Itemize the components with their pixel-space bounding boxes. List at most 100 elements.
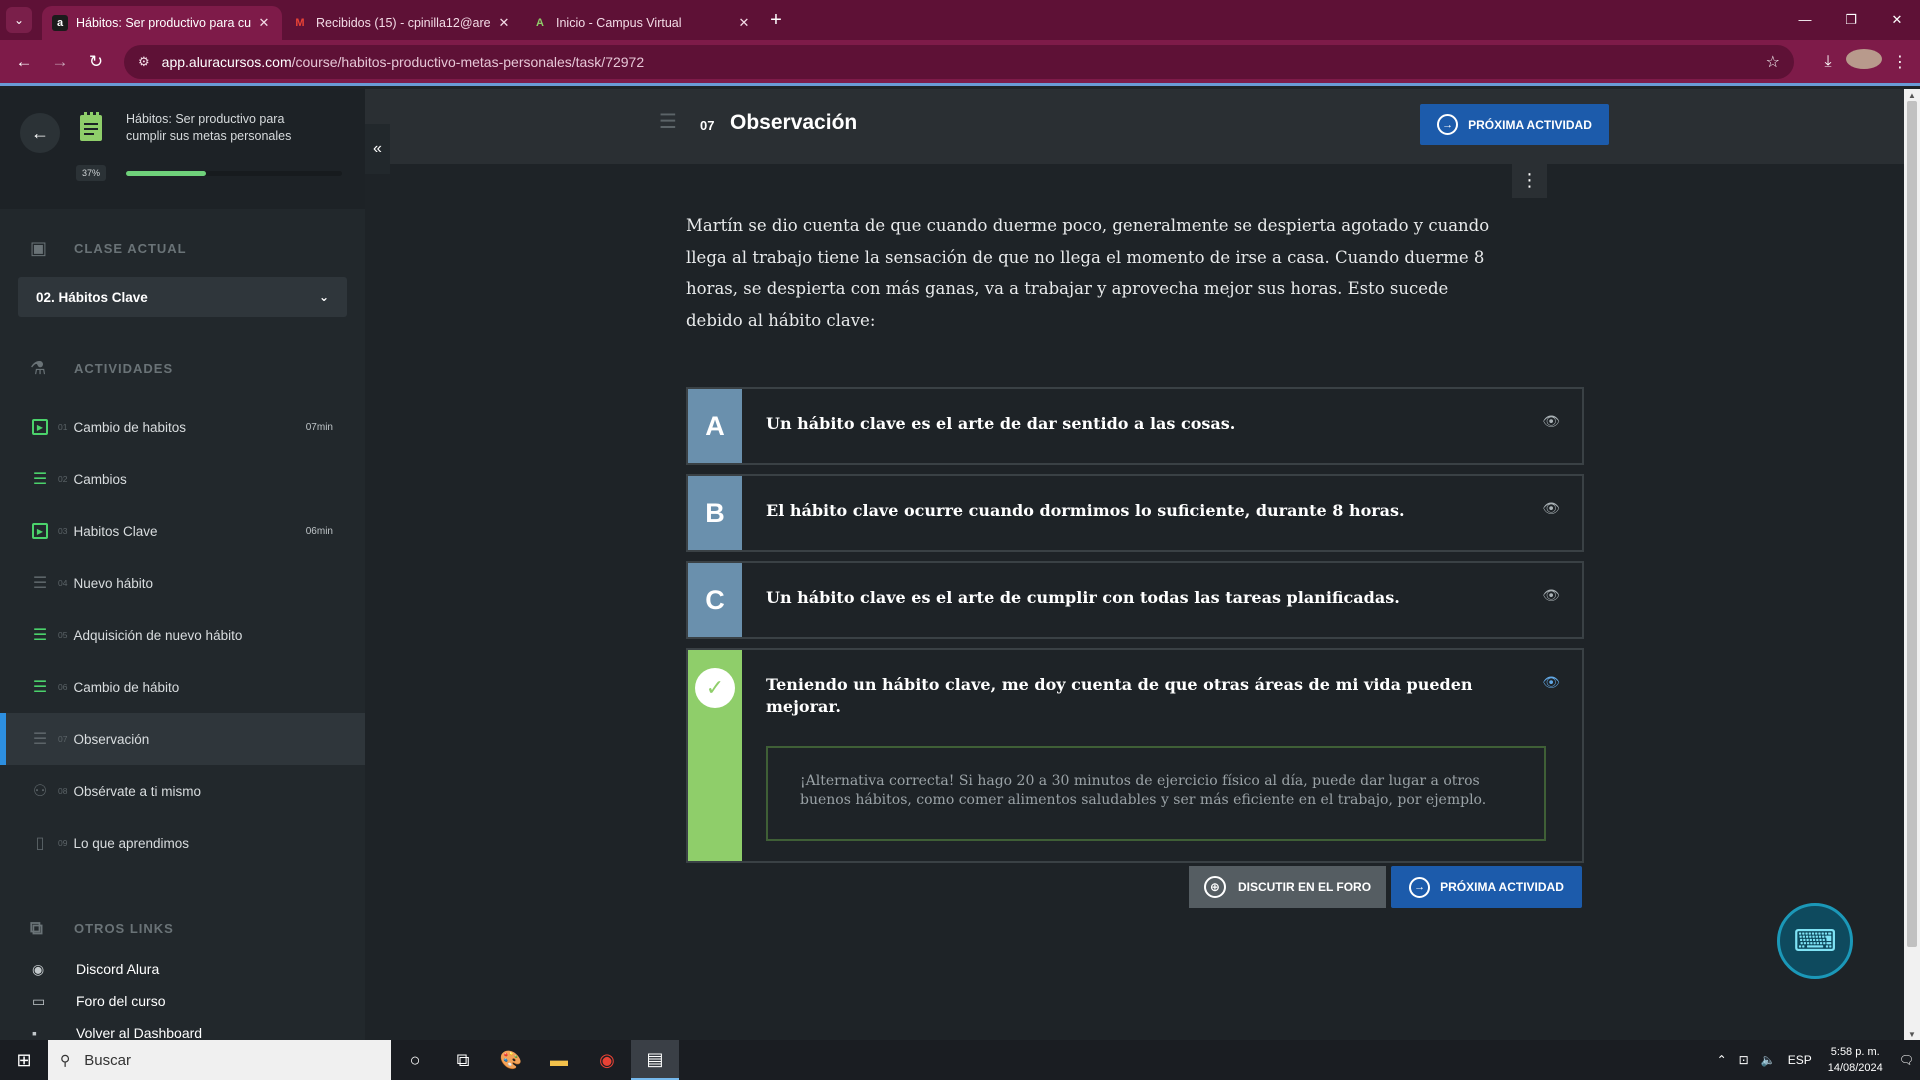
reload-icon[interactable]: ↻: [78, 52, 114, 72]
activity-item-01[interactable]: ▶ 01 Cambio de habitos 07min: [0, 401, 365, 453]
eye-icon[interactable]: 👁: [1542, 500, 1560, 517]
browser-tab-1[interactable]: a Hábitos: Ser productivo para cu ✕: [42, 6, 282, 40]
alternative-a[interactable]: A Un hábito clave es el arte de dar sent…: [686, 387, 1584, 465]
link-dashboard[interactable]: ▪ Volver al Dashboard: [0, 1017, 365, 1041]
forward-arrow-icon[interactable]: →: [42, 52, 78, 72]
close-tab-icon[interactable]: ✕: [256, 15, 272, 31]
video-icon: ▶: [32, 419, 48, 435]
restore-icon[interactable]: ❐: [1828, 12, 1874, 28]
search-icon: ⚲: [60, 1051, 71, 1068]
activity-item-08[interactable]: ⚇ 08 Obsérvate a ti mismo: [0, 765, 365, 817]
alternative-text: Un hábito clave es el arte de dar sentid…: [766, 414, 1236, 433]
browser-tab-2[interactable]: M Recibidos (15) - cpinilla12@are ✕: [282, 6, 522, 40]
current-class-select[interactable]: 02. Hábitos Clave ⌄: [18, 277, 347, 317]
collapse-sidebar-icon[interactable]: «: [365, 124, 390, 174]
browser-menu-icon[interactable]: ⋮: [1882, 52, 1918, 72]
notifications-icon[interactable]: 🗨: [1899, 1053, 1914, 1067]
activity-item-07[interactable]: ☰ 07 Observación: [0, 713, 365, 765]
scroll-down-icon[interactable]: ▼: [1908, 1030, 1916, 1039]
taskbar-search-placeholder: Buscar: [84, 1051, 131, 1069]
class-screen-icon: ▣: [30, 237, 49, 258]
correct-marker: ✓: [688, 650, 742, 861]
alternative-d-correct[interactable]: ✓ Teniendo un hábito clave, me doy cuent…: [686, 648, 1584, 863]
next-activity-label: PRÓXIMA ACTIVIDAD: [1468, 117, 1592, 132]
next-activity-button-bottom[interactable]: → PRÓXIMA ACTIVIDAD: [1391, 866, 1582, 908]
activity-item-09[interactable]: ▯ 09 Lo que aprendimos: [0, 817, 365, 869]
progress-bar: [126, 171, 342, 176]
activity-item-03[interactable]: ▶ 03 Habitos Clave 06min: [0, 505, 365, 557]
scroll-up-icon[interactable]: ▲: [1908, 91, 1916, 100]
alternatives-list: A Un hábito clave es el arte de dar sent…: [686, 387, 1584, 863]
list-dim-icon: ☰: [32, 731, 48, 748]
download-icon[interactable]: ⤓: [1810, 53, 1846, 71]
language-indicator[interactable]: ESP: [1788, 1053, 1812, 1067]
tray-expand-icon[interactable]: ⌃: [1717, 1053, 1727, 1067]
course-header: ← Hábitos: Ser productivo para cumplir s…: [0, 89, 365, 209]
minimize-icon[interactable]: —: [1782, 12, 1828, 28]
activity-label: Nuevo hábito: [73, 575, 154, 591]
alternative-c[interactable]: C Un hábito clave es el arte de cumplir …: [686, 561, 1584, 639]
activity-number: 09: [58, 838, 68, 848]
next-activity-label: PRÓXIMA ACTIVIDAD: [1440, 880, 1564, 894]
activity-item-04[interactable]: ☰ 04 Nuevo hábito: [0, 557, 365, 609]
cortana-icon[interactable]: ○: [391, 1040, 439, 1080]
address-bar[interactable]: ⚙ app.aluracursos.com/course/habitos-pro…: [124, 44, 1794, 79]
video-icon: ▶: [32, 523, 48, 539]
alternative-text: Teniendo un hábito clave, me doy cuenta …: [766, 675, 1473, 716]
task-view-icon[interactable]: ⧉: [439, 1040, 487, 1080]
clock-date: 14/08/2024: [1827, 1062, 1883, 1074]
close-tab-icon[interactable]: ✕: [496, 15, 512, 31]
close-tab-icon[interactable]: ✕: [736, 15, 752, 31]
activity-number: 04: [58, 578, 68, 588]
next-activity-button[interactable]: → PRÓXIMA ACTIVIDAD: [1420, 104, 1609, 145]
alura-favicon-icon: a: [52, 15, 68, 31]
page-title: Observación: [730, 111, 858, 134]
url-domain: app.aluracursos.com: [161, 53, 292, 70]
question-text: Martín se dio cuenta de que cuando duerm…: [686, 216, 1490, 330]
checkmark-icon: ✓: [695, 668, 735, 708]
reader-app-icon[interactable]: ▤: [631, 1040, 679, 1080]
back-button[interactable]: ←: [20, 113, 60, 153]
activity-number: 03: [58, 526, 68, 536]
eye-icon[interactable]: 👁: [1542, 413, 1560, 430]
profile-avatar[interactable]: [1846, 49, 1882, 74]
activity-number: 07: [58, 734, 68, 744]
alternative-body: Un hábito clave es el arte de cumplir co…: [742, 563, 1582, 637]
progress-fill: [126, 171, 206, 176]
activity-label: Cambio de hábito: [73, 679, 180, 695]
scrollbar-thumb[interactable]: [1907, 101, 1917, 947]
links-icon: ⧉: [30, 917, 44, 938]
site-info-icon[interactable]: ⚙: [138, 54, 150, 70]
activity-item-06[interactable]: ☰ 06 Cambio de hábito: [0, 661, 365, 713]
more-options-icon[interactable]: ⋮: [1512, 163, 1547, 198]
link-discord[interactable]: ◉ Discord Alura: [0, 953, 365, 985]
activities-heading-label: ACTIVIDADES: [74, 360, 174, 376]
close-window-icon[interactable]: ✕: [1874, 12, 1920, 28]
link-forum[interactable]: ▭ Foro del curso: [0, 985, 365, 1017]
taskbar-search-input[interactable]: ⚲ Buscar: [48, 1040, 391, 1080]
bookmark-star-icon[interactable]: ☆: [1766, 52, 1780, 72]
chrome-icon[interactable]: ◉: [583, 1040, 631, 1080]
paint-icon[interactable]: 🎨: [487, 1040, 535, 1080]
chatbot-icon[interactable]: ⌨: [1777, 903, 1853, 979]
network-icon[interactable]: ⊡: [1739, 1053, 1749, 1067]
eye-icon[interactable]: 👁: [1542, 674, 1560, 691]
volume-icon[interactable]: 🔈: [1761, 1053, 1776, 1067]
arrow-right-circle-icon: →: [1437, 114, 1459, 135]
activity-label: Adquisición de nuevo hábito: [73, 627, 243, 643]
course-title[interactable]: Hábitos: Ser productivo para cumplir sus…: [126, 111, 326, 145]
file-explorer-icon[interactable]: ▬: [535, 1040, 583, 1080]
browser-tab-3[interactable]: A Inicio - Campus Virtual ✕: [522, 6, 762, 40]
activity-item-05[interactable]: ☰ 05 Adquisición de nuevo hábito: [0, 609, 365, 661]
windows-start-icon[interactable]: ⊞: [0, 1050, 48, 1071]
clock[interactable]: 5:58 p. m. 14/08/2024: [1828, 1044, 1883, 1076]
discuss-forum-button[interactable]: ⊕ DISCUTIR EN EL FORO: [1189, 866, 1386, 908]
alternative-b[interactable]: B El hábito clave ocurre cuando dormimos…: [686, 474, 1584, 552]
activity-item-02[interactable]: ☰ 02 Cambios: [0, 453, 365, 505]
new-tab-button[interactable]: +: [762, 9, 790, 32]
page-scrollbar[interactable]: ▲ ▼: [1904, 89, 1920, 1041]
back-arrow-icon[interactable]: ←: [6, 52, 42, 72]
tab-search-button[interactable]: ⌄: [6, 7, 32, 33]
toolbar-right: ⤓ ⋮: [1810, 49, 1918, 74]
eye-icon[interactable]: 👁: [1542, 587, 1560, 604]
